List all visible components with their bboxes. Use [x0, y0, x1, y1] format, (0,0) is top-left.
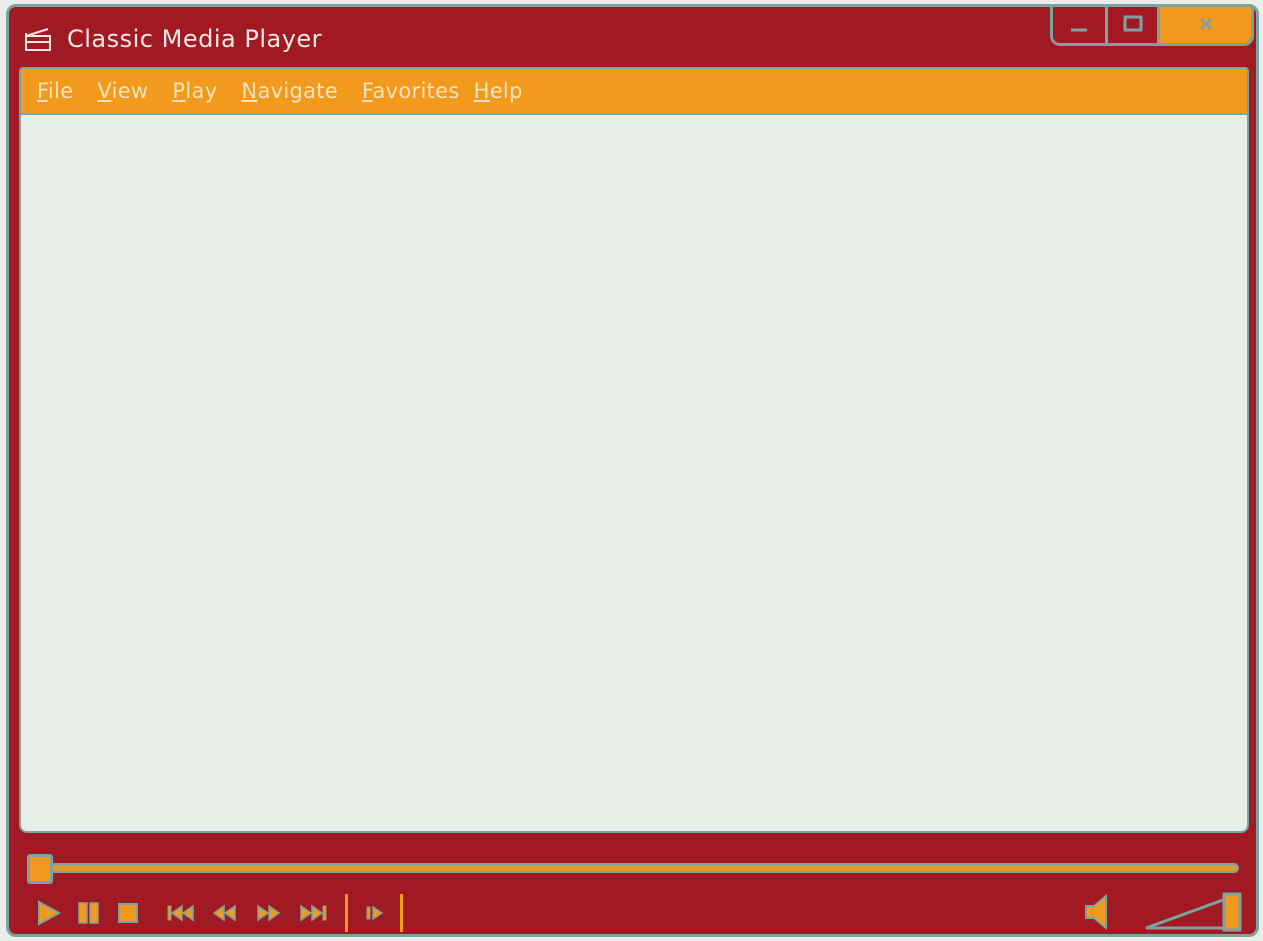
stop-icon	[118, 903, 138, 923]
pause-button[interactable]	[75, 891, 103, 934]
menu-navigate-accel: N	[241, 79, 258, 103]
play-button[interactable]	[35, 891, 63, 934]
fast-forward-button[interactable]	[253, 891, 285, 934]
window-title: Classic Media Player	[67, 25, 323, 53]
skip-forward-icon	[300, 904, 327, 922]
menu-bar: File View Play Navigate Favorites Help	[19, 67, 1249, 113]
window-controls	[1050, 7, 1254, 46]
controls-divider-end	[400, 894, 403, 932]
menu-file-label: ile	[47, 79, 74, 103]
clapperboard-icon	[25, 28, 51, 51]
menu-help[interactable]: Help	[474, 79, 523, 103]
seek-bar[interactable]	[27, 854, 1239, 884]
menu-view-accel: V	[97, 79, 112, 103]
menu-favorites-label: avorites	[372, 79, 460, 103]
menu-help-label: elp	[489, 79, 523, 103]
menu-file[interactable]: File	[37, 79, 73, 103]
maximize-icon	[1123, 15, 1142, 31]
menu-help-accel: H	[473, 79, 490, 103]
fast-forward-icon	[257, 904, 281, 922]
close-button[interactable]	[1157, 7, 1251, 43]
mute-button[interactable]	[1082, 890, 1112, 934]
menu-file-accel: F	[37, 79, 48, 103]
menu-play[interactable]: Play	[172, 79, 217, 103]
menu-view[interactable]: View	[97, 79, 148, 103]
volume-slider[interactable]	[1142, 890, 1246, 934]
title-bar[interactable]: Classic Media Player	[9, 7, 1256, 65]
play-icon	[38, 900, 62, 926]
skip-forward-button[interactable]	[297, 891, 329, 934]
menu-favorites[interactable]: Favorites	[362, 79, 460, 103]
speaker-icon	[1085, 893, 1107, 931]
media-player-window: Classic Media Player File View Play Navi…	[6, 4, 1259, 937]
minimize-button[interactable]	[1053, 7, 1105, 43]
rewind-icon	[212, 904, 236, 922]
volume-handle[interactable]	[1222, 892, 1242, 932]
menu-navigate-label: avigate	[257, 79, 339, 103]
controls-divider	[345, 894, 348, 932]
maximize-button[interactable]	[1105, 7, 1157, 43]
stop-button[interactable]	[115, 891, 143, 934]
playback-controls	[35, 891, 417, 934]
seek-handle[interactable]	[27, 854, 53, 884]
skip-back-icon	[167, 904, 194, 922]
video-display[interactable]	[19, 113, 1249, 833]
menu-view-label: iew	[111, 79, 149, 103]
menu-navigate[interactable]: Navigate	[241, 79, 338, 103]
minimize-icon	[1071, 28, 1087, 31]
skip-back-button[interactable]	[165, 891, 197, 934]
frame-step-icon	[366, 905, 384, 921]
pause-icon	[78, 902, 99, 924]
menu-play-accel: P	[172, 79, 186, 103]
close-icon	[1199, 17, 1212, 30]
volume-controls	[1082, 887, 1246, 934]
menu-favorites-accel: F	[362, 79, 373, 103]
seek-track[interactable]	[27, 863, 1239, 873]
menu-play-label: lay	[185, 79, 218, 103]
frame-step-button[interactable]	[362, 891, 390, 934]
rewind-button[interactable]	[209, 891, 241, 934]
